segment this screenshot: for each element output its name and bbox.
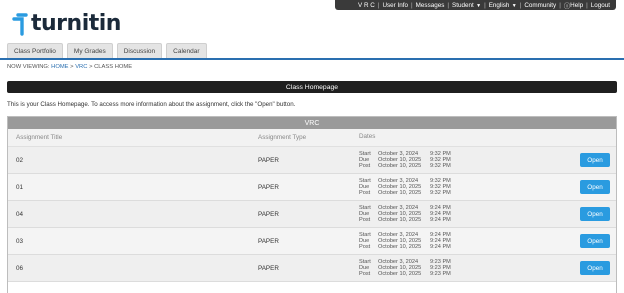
separator: | <box>377 1 380 9</box>
column-header-title: Assignment Title <box>16 134 63 141</box>
help-link[interactable]: Help <box>570 2 583 9</box>
breadcrumb-prefix: NOW VIEWING: <box>7 64 50 70</box>
open-button[interactable]: Open <box>580 207 610 221</box>
column-header-type: Assignment Type <box>258 134 307 141</box>
open-button[interactable]: Open <box>580 234 610 248</box>
user-name: V R C <box>358 1 375 9</box>
turnitin-logo-icon <box>12 13 28 36</box>
tab-my-grades[interactable]: My Grades <box>66 43 113 58</box>
assignment-type: PAPER <box>258 237 279 245</box>
assignment-title: 04 <box>16 210 24 218</box>
assignment-rows: 02 PAPER Start October 3, 2024 9:32 PM Due Oct… <box>8 147 616 282</box>
post-time: 9:23 PM <box>430 271 451 278</box>
top-nav-bar: V R C | User Info | Messages | Student ▼… <box>335 0 616 10</box>
assignment-dates: Start October 3, 2024 9:32 PM Due October 10… <box>359 178 561 197</box>
separator: | <box>411 1 413 9</box>
assignment-title: 01 <box>16 183 24 191</box>
role-dropdown[interactable]: Student ▼ <box>452 2 481 9</box>
assignment-title: 06 <box>16 264 24 272</box>
role-label: Student <box>452 1 474 9</box>
separator: | <box>559 1 561 9</box>
table-row: 06 PAPER Start October 3, 2024 9:23 PM Due Oct… <box>8 255 616 282</box>
class-name-bar: VRC <box>8 117 616 129</box>
assignment-table: VRC Assignment Title Assignment Type Dat… <box>7 116 617 293</box>
table-row: 03 PAPER Start October 3, 2024 9:24 PM Due Oct… <box>8 228 616 255</box>
post-label: Post <box>359 163 371 170</box>
post-date: October 10, 2025 <box>378 190 422 197</box>
table-header: Assignment Title Assignment Type Dates <box>8 129 616 147</box>
logout-link[interactable]: Logout <box>591 2 610 9</box>
assignment-dates: Start October 3, 2024 9:24 PM Due October 10… <box>359 232 561 251</box>
messages-link[interactable]: Messages <box>416 2 445 9</box>
open-button[interactable]: Open <box>580 153 610 167</box>
open-button[interactable]: Open <box>580 261 610 275</box>
user-info-link[interactable]: User Info <box>382 2 408 9</box>
post-time: 9:24 PM <box>430 217 451 224</box>
breadcrumb: NOW VIEWING: HOME > VRC > CLASS HOME <box>7 64 132 70</box>
post-label: Post <box>359 271 371 278</box>
separator: | <box>519 1 522 9</box>
tab-calendar[interactable]: Calendar <box>166 43 207 58</box>
separator: | <box>447 1 450 9</box>
language-dropdown[interactable]: English ▼ <box>489 2 517 9</box>
post-date: October 10, 2025 <box>378 244 422 251</box>
assignment-title: 03 <box>16 237 24 245</box>
separator: | <box>484 1 486 9</box>
page-title: Class Homepage <box>7 81 617 93</box>
post-time: 9:24 PM <box>430 244 451 251</box>
turnitin-logo[interactable]: turnitin <box>11 12 121 36</box>
separator: | <box>586 1 588 9</box>
breadcrumb-separator: > <box>89 64 93 70</box>
table-row: 01 PAPER Start October 3, 2024 9:32 PM Due Oct… <box>8 174 616 201</box>
intro-text: This is your Class Homepage. To access m… <box>7 101 296 108</box>
post-label: Post <box>359 190 371 197</box>
assignment-dates: Start October 3, 2024 9:23 PM Due October 10… <box>359 259 561 278</box>
open-button[interactable]: Open <box>580 180 610 194</box>
table-row: 02 PAPER Start October 3, 2024 9:32 PM Due Oct… <box>8 147 616 174</box>
assignment-type: PAPER <box>258 156 279 164</box>
breadcrumb-current: CLASS HOME <box>94 64 133 70</box>
assignment-title: 02 <box>16 156 24 164</box>
post-date: October 10, 2025 <box>378 163 422 170</box>
caret-down-icon: ▼ <box>510 2 517 9</box>
class-tabs: Class Portfolio My Grades Discussion Cal… <box>7 43 207 58</box>
logo-text: turnitin <box>31 11 121 36</box>
assignment-type: PAPER <box>258 210 279 218</box>
post-label: Post <box>359 217 371 224</box>
tab-divider <box>0 58 624 60</box>
assignment-dates: Start October 3, 2024 9:24 PM Due October 10… <box>359 205 561 224</box>
assignment-dates: Start October 3, 2024 9:32 PM Due October 10… <box>359 151 561 170</box>
post-label: Post <box>359 244 371 251</box>
assignment-type: PAPER <box>258 183 279 191</box>
post-time: 9:32 PM <box>430 163 451 170</box>
table-row: 04 PAPER Start October 3, 2024 9:24 PM Due Oct… <box>8 201 616 228</box>
breadcrumb-separator: > <box>70 64 74 70</box>
post-date: October 10, 2025 <box>378 217 422 224</box>
community-link[interactable]: Community <box>524 2 556 9</box>
tab-discussion[interactable]: Discussion <box>116 43 163 58</box>
breadcrumb-class[interactable]: VRC <box>75 64 87 70</box>
column-header-dates: Dates <box>359 133 376 141</box>
tab-class-portfolio[interactable]: Class Portfolio <box>7 43 63 58</box>
caret-down-icon: ▼ <box>474 2 482 9</box>
post-date: October 10, 2025 <box>378 271 422 278</box>
breadcrumb-home[interactable]: HOME <box>51 64 68 70</box>
assignment-type: PAPER <box>258 264 279 272</box>
language-label: English <box>488 1 510 9</box>
post-time: 9:32 PM <box>430 190 451 197</box>
